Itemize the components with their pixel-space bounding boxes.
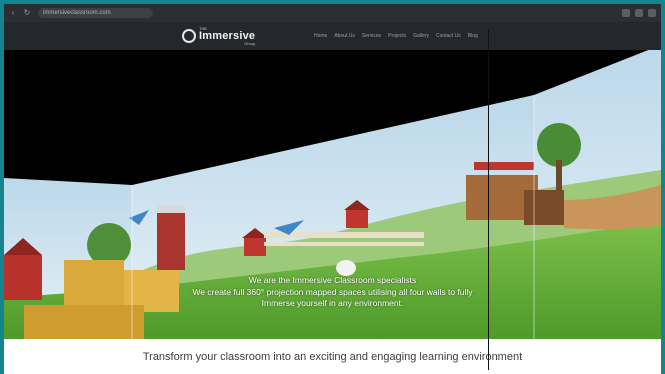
- site-logo[interactable]: THE Immersive Group: [182, 26, 255, 46]
- address-bar[interactable]: immersiveclassroom.com: [38, 8, 153, 18]
- tagline-section: Transform your classroom into an excitin…: [4, 339, 661, 374]
- site-header: THE Immersive Group Home About Us Servic…: [4, 22, 661, 50]
- logo-sub-text: Group: [244, 40, 256, 46]
- profile-icon[interactable]: [635, 9, 643, 17]
- extension-icon[interactable]: [622, 9, 630, 17]
- reload-icon[interactable]: ↻: [22, 8, 32, 18]
- nav-item-contact[interactable]: Contact Us: [436, 33, 461, 39]
- main-nav: Home About Us Services Projects Gallery …: [314, 33, 478, 39]
- hero-line-2: We create full 360° projection mapped sp…: [192, 286, 473, 297]
- hero-banner: We are the Immersive Classroom specialis…: [4, 50, 661, 339]
- tagline-text: Transform your classroom into an excitin…: [142, 350, 523, 363]
- nav-item-gallery[interactable]: Gallery: [413, 33, 429, 39]
- hero-copy: We are the Immersive Classroom specialis…: [4, 275, 661, 310]
- browser-toolbar: ‹ ↻ immersiveclassroom.com: [4, 4, 661, 22]
- nav-item-blog[interactable]: Blog: [468, 33, 478, 39]
- back-icon[interactable]: ‹: [8, 8, 18, 18]
- logo-mark-icon: [182, 29, 196, 43]
- browser-window: ‹ ↻ immersiveclassroom.com THE Immersive…: [4, 4, 661, 374]
- nav-item-home[interactable]: Home: [314, 33, 327, 39]
- nav-item-projects[interactable]: Projects: [388, 33, 406, 39]
- nav-item-about[interactable]: About Us: [334, 33, 355, 39]
- hero-line-1: We are the Immersive Classroom specialis…: [248, 275, 417, 285]
- menu-icon[interactable]: [648, 9, 656, 17]
- nav-item-services[interactable]: Services: [362, 33, 381, 39]
- logo-main-text: Immersive: [199, 29, 256, 42]
- hero-line-3: Immerse yourself in any environment.: [261, 298, 404, 308]
- mouse-cursor: [488, 30, 489, 370]
